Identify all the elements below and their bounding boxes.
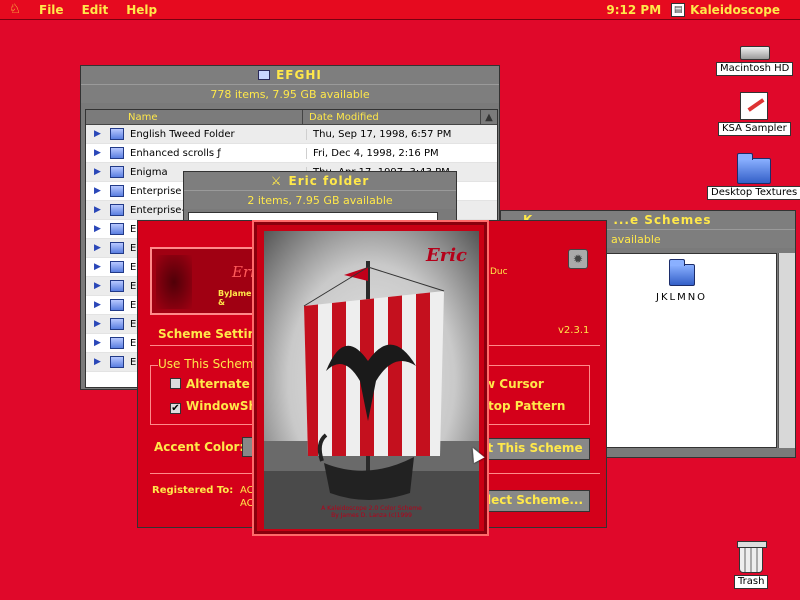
hard-drive-icon bbox=[739, 46, 770, 60]
list-header: Name Date Modified ▲ bbox=[86, 110, 497, 125]
menu-help[interactable]: Help bbox=[117, 3, 166, 17]
viking-helmet-icon: ⚔ bbox=[270, 174, 283, 188]
folder-icon bbox=[110, 356, 124, 368]
desktop-icon-desktop-textures[interactable]: Desktop Textures bbox=[707, 153, 800, 200]
application-menu-icon[interactable]: ▤ bbox=[671, 2, 686, 17]
menu-edit[interactable]: Edit bbox=[73, 3, 118, 17]
desktop-icon-label: KSA Sampler bbox=[718, 122, 791, 136]
menu-bar: ♘ File Edit Help 9:12 PM ▤ Kaleidoscope bbox=[0, 0, 800, 20]
disclosure-triangle-icon[interactable]: ▶ bbox=[94, 205, 106, 215]
option-windowshade[interactable]: ✔ WindowSh bbox=[170, 399, 257, 414]
folder-icon bbox=[737, 153, 772, 184]
disclosure-triangle-icon[interactable]: ▶ bbox=[94, 300, 106, 310]
window-titlebar[interactable]: ⚔ Eric folder bbox=[184, 172, 456, 190]
desktop-icon-trash[interactable]: Trash bbox=[734, 541, 769, 589]
folder-icon bbox=[110, 261, 124, 273]
folder-icon bbox=[110, 204, 124, 216]
folder-icon bbox=[258, 70, 271, 80]
viking-ship-illustration bbox=[264, 261, 479, 529]
desktop-icon-macintosh-hd[interactable]: Macintosh HD bbox=[716, 38, 794, 76]
splash-title: Eric bbox=[425, 245, 467, 266]
folder-icon bbox=[110, 166, 124, 178]
disclosure-triangle-icon[interactable]: ▶ bbox=[94, 319, 106, 329]
list-item[interactable]: ▶ Enhanced scrolls ƒ Fri, Dec 4, 1998, 2:1… bbox=[86, 144, 497, 163]
folder-label: JKLMNO bbox=[656, 292, 708, 303]
registered-to-label: Registered To: bbox=[152, 485, 234, 496]
window-info: 778 items, 7.95 GB available bbox=[81, 84, 499, 103]
file-name: Enhanced scrolls ƒ bbox=[130, 147, 221, 159]
option-desktop-pattern[interactable]: top Pattern bbox=[488, 399, 565, 413]
application-menu-name[interactable]: Kaleidoscope bbox=[690, 3, 800, 17]
window-title: Eric folder bbox=[288, 174, 370, 188]
checkbox-checked-icon[interactable]: ✔ bbox=[170, 403, 181, 414]
disclosure-triangle-icon[interactable]: ▶ bbox=[94, 186, 106, 196]
folder-icon bbox=[110, 223, 124, 235]
vertical-scrollbar[interactable] bbox=[778, 253, 795, 448]
folder-icon bbox=[110, 318, 124, 330]
column-header-date[interactable]: Date Modified bbox=[303, 110, 480, 124]
document-icon bbox=[740, 92, 769, 120]
scheme-banner: Eri ByJames & bbox=[150, 247, 265, 315]
option-alternate[interactable]: Alternate C bbox=[170, 377, 263, 391]
disclosure-triangle-icon[interactable]: ▶ bbox=[94, 129, 106, 139]
disclosure-triangle-icon[interactable]: ▶ bbox=[94, 338, 106, 348]
set-this-scheme-button[interactable]: t This Scheme bbox=[480, 438, 590, 460]
checkbox-unchecked-icon[interactable] bbox=[170, 378, 181, 389]
select-scheme-button[interactable]: lect Scheme... bbox=[480, 490, 590, 512]
desktop-icon-ksa-sampler[interactable]: KSA Sampler bbox=[718, 92, 791, 136]
folder-icon bbox=[110, 128, 124, 140]
disclosure-triangle-icon[interactable]: ▶ bbox=[94, 224, 106, 234]
folder-icon bbox=[110, 185, 124, 197]
scheme-preview-splash: Eric A Kaleidoscope 2.0 Color Scheme By … bbox=[252, 220, 489, 536]
column-header-name[interactable]: Name bbox=[86, 110, 304, 124]
folder-icon bbox=[110, 147, 124, 159]
about-button-icon[interactable]: ✹ bbox=[568, 249, 588, 269]
disclosure-triangle-icon[interactable]: ▶ bbox=[94, 167, 106, 177]
menu-file[interactable]: File bbox=[30, 3, 73, 17]
disclosure-triangle-icon[interactable]: ▶ bbox=[94, 148, 106, 158]
folder-icon bbox=[110, 242, 124, 254]
version-label: v2.3.1 bbox=[558, 325, 590, 336]
trash-icon bbox=[737, 541, 768, 573]
list-item[interactable]: ▶ English Tweed Folder Thu, Sep 17, 1998, … bbox=[86, 125, 497, 144]
author-suffix: Duc bbox=[490, 267, 508, 277]
splash-credit: A Kaleidoscope 2.0 Color Scheme By James… bbox=[321, 505, 422, 519]
option-new-cursor[interactable]: w Cursor bbox=[484, 377, 544, 391]
viking-ship-photo: Eric A Kaleidoscope 2.0 Color Scheme By … bbox=[264, 231, 479, 529]
desktop-icon-label: Trash bbox=[734, 575, 769, 589]
accent-color-label: Accent Color: bbox=[154, 440, 245, 454]
desktop-icon-label: Macintosh HD bbox=[716, 62, 794, 76]
window-title-visible: ...e Schemes bbox=[613, 213, 712, 227]
window-content: JKLMNO bbox=[605, 253, 777, 448]
file-date: Fri, Dec 4, 1998, 2:16 PM bbox=[306, 147, 484, 159]
disclosure-triangle-icon[interactable]: ▶ bbox=[94, 262, 106, 272]
disclosure-triangle-icon[interactable]: ▶ bbox=[94, 243, 106, 253]
folder-icon bbox=[668, 259, 695, 286]
file-date: Thu, Sep 17, 1998, 6:57 PM bbox=[306, 128, 484, 140]
folder-icon bbox=[110, 337, 124, 349]
desktop-icon-label: Desktop Textures bbox=[707, 186, 800, 200]
apple-menu-icon[interactable]: ♘ bbox=[0, 0, 30, 20]
folder-icon bbox=[110, 299, 124, 311]
folder-icon bbox=[110, 280, 124, 292]
use-this-scheme-label: Use This Scheme bbox=[158, 357, 265, 371]
sort-direction-icon[interactable]: ▲ bbox=[480, 110, 497, 124]
disclosure-triangle-icon[interactable]: ▶ bbox=[94, 357, 106, 367]
menu-clock[interactable]: 9:12 PM bbox=[606, 3, 671, 17]
dragon-icon bbox=[156, 255, 192, 309]
window-title: EFGHI bbox=[276, 68, 322, 82]
scheme-settings-heading: Scheme Setting bbox=[158, 327, 265, 341]
window-info: 2 items, 7.95 GB available bbox=[184, 190, 456, 209]
window-titlebar[interactable]: EFGHI bbox=[81, 66, 499, 84]
file-name: English Tweed Folder bbox=[130, 128, 235, 140]
disclosure-triangle-icon[interactable]: ▶ bbox=[94, 281, 106, 291]
folder-jklmno[interactable]: JKLMNO bbox=[656, 259, 708, 303]
